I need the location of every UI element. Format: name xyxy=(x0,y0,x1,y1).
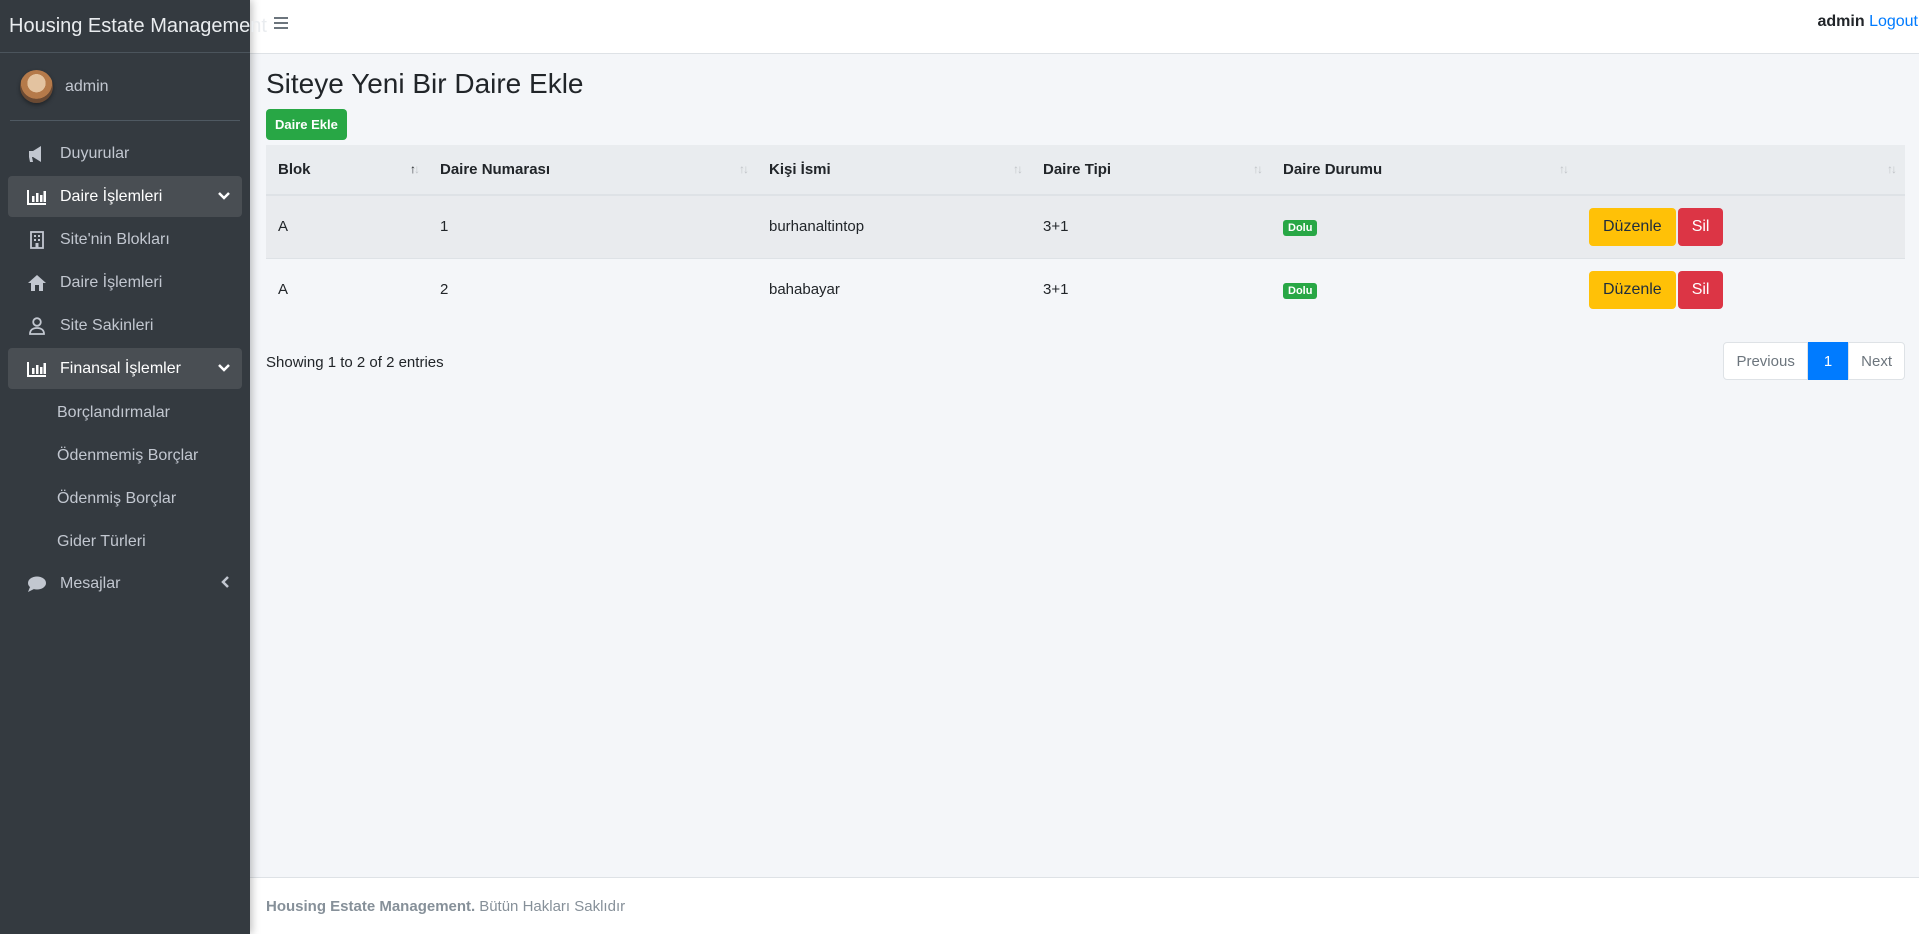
add-apartment-button[interactable]: Daire Ekle xyxy=(266,109,347,140)
column-header-daire-durumu[interactable]: Daire Durumu ↑↓ xyxy=(1271,145,1577,196)
column-header-daire-numarasi[interactable]: Daire Numarası ↑↓ xyxy=(428,145,757,196)
brand-title[interactable]: Housing Estate Management xyxy=(0,0,267,53)
column-header-kisi-ismi[interactable]: Kişi İsmi ↑↓ xyxy=(757,145,1031,196)
cell-daire-no: 1 xyxy=(428,194,757,258)
status-badge: Dolu xyxy=(1283,219,1318,236)
status-badge: Dolu xyxy=(1283,282,1318,299)
sidebar-item-daire-islemleri[interactable]: Daire İşlemleri xyxy=(8,262,242,303)
cell-daire-durumu: Dolu xyxy=(1271,194,1577,258)
user-logout-area: admin Logout xyxy=(1817,13,1918,31)
sidebar-nav: Duyurular Daire İşlemleri Site'nin Blokl… xyxy=(0,133,250,604)
bar-chart-icon xyxy=(26,358,48,380)
page-title: Siteye Yeni Bir Daire Ekle xyxy=(266,68,584,99)
cell-blok: A xyxy=(266,194,428,258)
sidebar-item-label: Site'nin Blokları xyxy=(60,230,170,248)
table-footer: Showing 1 to 2 of 2 entries Previous 1 N… xyxy=(266,337,1905,380)
column-header-label: Blok xyxy=(278,161,311,178)
footer-copyright: Bütün Hakları Saklıdır xyxy=(479,897,626,915)
pagination-page-1[interactable]: 1 xyxy=(1807,342,1849,380)
sidebar-subitem-odenmemis-borclar[interactable]: Ödenmemiş Borçlar xyxy=(8,434,242,477)
chat-icon xyxy=(26,573,48,595)
sort-icon: ↑↓ xyxy=(1559,162,1569,176)
person-icon xyxy=(26,315,48,337)
apartments-table: Blok ↑↓ Daire Numarası ↑↓ Kişi İsmi ↑↓ D… xyxy=(266,145,1905,321)
delete-button[interactable]: Sil xyxy=(1677,207,1724,246)
sort-icon: ↑↓ xyxy=(1253,162,1263,176)
chevron-left-icon xyxy=(220,575,230,593)
house-icon xyxy=(26,272,48,294)
page-footer: Housing Estate Management. Bütün Hakları… xyxy=(250,877,1919,934)
sidebar-item-site-sakinleri[interactable]: Site Sakinleri xyxy=(8,305,242,346)
chevron-down-icon xyxy=(218,188,230,206)
entries-info: Showing 1 to 2 of 2 entries xyxy=(266,354,444,371)
sidebar-item-mesajlar[interactable]: Mesajlar xyxy=(8,563,242,604)
pagination-next[interactable]: Next xyxy=(1848,342,1905,380)
cell-daire-tipi: 3+1 xyxy=(1031,194,1271,258)
sidebar-item-daire-islemleri-menu[interactable]: Daire İşlemleri xyxy=(8,176,242,217)
sidebar-item-finansal-islemler[interactable]: Finansal İşlemler xyxy=(8,348,242,389)
cell-kisi-ismi: bahabayar xyxy=(757,257,1031,321)
user-name[interactable]: admin xyxy=(65,78,109,96)
sidebar-item-label: Site Sakinleri xyxy=(60,316,154,334)
bar-chart-icon xyxy=(26,186,48,208)
sidebar-subitem-gider-turleri[interactable]: Gider Türleri xyxy=(8,520,242,563)
table-row: A 1 burhanaltintop 3+1 Dolu Düzenle Sil xyxy=(266,194,1905,258)
header-username: admin xyxy=(1817,13,1865,30)
edit-button[interactable]: Düzenle xyxy=(1589,207,1676,246)
column-header-blok[interactable]: Blok ↑↓ xyxy=(266,145,428,196)
sort-icon: ↑↓ xyxy=(739,162,749,176)
pagination-previous[interactable]: Previous xyxy=(1723,342,1808,380)
logout-link[interactable]: Logout xyxy=(1869,13,1918,30)
megaphone-icon xyxy=(26,143,48,165)
footer-brand: Housing Estate Management. xyxy=(266,897,476,915)
cell-daire-tipi: 3+1 xyxy=(1031,257,1271,321)
sidebar-subitem-odenmis-borclar[interactable]: Ödenmiş Borçlar xyxy=(8,477,242,520)
sort-icon: ↑↓ xyxy=(1013,162,1023,176)
delete-button[interactable]: Sil xyxy=(1677,270,1724,309)
column-header-label: Daire Numarası xyxy=(440,161,551,178)
column-header-label: Daire Tipi xyxy=(1043,161,1112,178)
sidebar-item-label: Daire İşlemleri xyxy=(60,187,163,205)
sidebar-item-label: Duyurular xyxy=(60,144,130,162)
sidebar-subitem-borclandirmalar[interactable]: Borçlandırmalar xyxy=(8,391,242,434)
sidebar-item-label: Daire İşlemleri xyxy=(60,273,163,291)
hamburger-menu-icon[interactable] xyxy=(274,17,288,29)
column-header-daire-tipi[interactable]: Daire Tipi ↑↓ xyxy=(1031,145,1271,196)
sidebar-item-label: Finansal İşlemler xyxy=(60,359,181,377)
cell-actions: Düzenle Sil xyxy=(1577,257,1905,321)
cell-daire-no: 2 xyxy=(428,257,757,321)
main-content: Siteye Yeni Bir Daire Ekle Daire Ekle Bl… xyxy=(266,54,1905,380)
cell-daire-durumu: Dolu xyxy=(1271,257,1577,321)
cell-blok: A xyxy=(266,257,428,321)
sort-icon: ↑↓ xyxy=(1887,162,1897,176)
pagination: Previous 1 Next xyxy=(1723,342,1905,380)
column-header-actions[interactable]: ↑↓ xyxy=(1577,145,1905,196)
building-icon xyxy=(26,229,48,251)
top-navbar: admin Logout xyxy=(250,0,1919,54)
table-row: A 2 bahabayar 3+1 Dolu Düzenle Sil xyxy=(266,257,1905,321)
column-header-label: Daire Durumu xyxy=(1283,161,1383,178)
sort-icon: ↑↓ xyxy=(410,162,420,176)
avatar[interactable] xyxy=(20,70,53,103)
sidebar-item-site-bloklari[interactable]: Site'nin Blokları xyxy=(8,219,242,260)
sidebar: Housing Estate Management admin Duyurula… xyxy=(0,0,267,934)
chevron-down-icon xyxy=(218,360,230,378)
user-panel[interactable]: admin xyxy=(10,53,240,121)
column-header-label: Kişi İsmi xyxy=(769,161,831,178)
cell-kisi-ismi: burhanaltintop xyxy=(757,194,1031,258)
edit-button[interactable]: Düzenle xyxy=(1589,270,1676,309)
sidebar-item-label: Mesajlar xyxy=(60,574,121,592)
cell-actions: Düzenle Sil xyxy=(1577,194,1905,258)
sidebar-item-duyurular[interactable]: Duyurular xyxy=(8,133,242,174)
